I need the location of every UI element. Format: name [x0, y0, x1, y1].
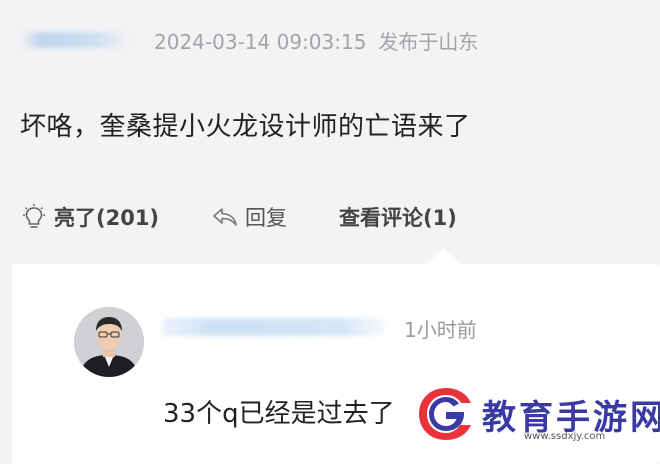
comment-author-name-blurred[interactable]	[162, 318, 384, 336]
comment-time: 1小时前	[404, 318, 477, 342]
watermark: 教育手游网 www.ssdxjy.com	[414, 384, 660, 448]
post-text: 坏咯，奎桑提小火龙设计师的亡语来了	[20, 112, 471, 142]
like-button[interactable]: 亮了(201)	[20, 202, 159, 232]
lightbulb-icon	[23, 204, 45, 228]
avatar-photo	[74, 307, 144, 377]
view-comments-button[interactable]: 查看评论(1)	[339, 202, 457, 232]
post-actions: 亮了(201) 回复 查看评论(1)	[20, 199, 509, 235]
post-author-name-blurred[interactable]	[20, 32, 128, 48]
watermark-url: www.ssdxjy.com	[524, 431, 606, 442]
like-count-label: 亮了(201)	[54, 206, 160, 230]
comment-text: 33个q已经是过去了	[163, 399, 395, 429]
reply-button[interactable]: 回复	[211, 202, 287, 232]
post-location: 发布于山东	[378, 30, 479, 54]
reply-label: 回复	[245, 206, 288, 230]
reply-arrow-icon	[213, 208, 237, 226]
post-timestamp: 2024-03-14 09:03:15	[154, 30, 367, 54]
watermark-logo-icon	[419, 388, 471, 440]
avatar[interactable]	[74, 307, 144, 377]
post-meta: 2024-03-14 09:03:15 发布于山东	[154, 26, 490, 55]
view-comments-label: 查看评论(1)	[339, 206, 457, 230]
comment-panel-pointer	[427, 248, 459, 264]
